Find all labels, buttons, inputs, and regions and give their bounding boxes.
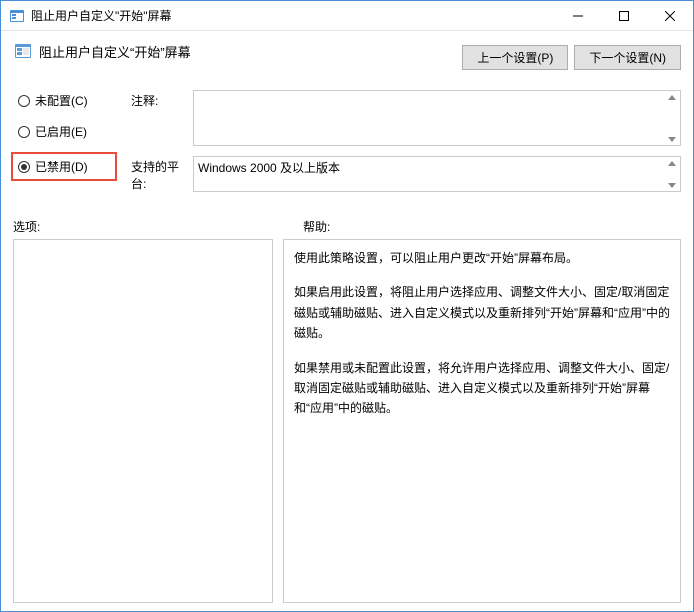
options-pane[interactable] [13,239,273,603]
radio-circle-icon [18,161,30,173]
scroll-down-icon [663,133,680,145]
help-paragraph: 如果启用此设置，将阻止用户选择应用、调整文件大小、固定/取消固定磁贴或辅助磁贴、… [294,282,670,343]
nav-buttons: 上一个设置(P) 下一个设置(N) [462,45,681,70]
prev-setting-button[interactable]: 上一个设置(P) [462,45,568,70]
scroll-up-icon [663,91,680,103]
radio-label: 已启用(E) [35,123,87,140]
comment-label: 注释: [131,90,193,146]
policy-icon [13,41,33,61]
titlebar: 阻止用户自定义"开始"屏幕 [1,1,693,31]
minimize-icon [573,11,583,21]
radio-not-configured[interactable]: 未配置(C) [15,90,113,111]
header-row: 阻止用户自定义“开始”屏幕 上一个设置(P) 下一个设置(N) [13,41,681,70]
comment-input[interactable] [193,90,681,146]
scroll-up-icon [663,157,680,169]
radio-circle-icon [18,126,30,138]
platform-value: Windows 2000 及以上版本 [198,161,340,175]
scrollbar[interactable] [663,157,680,191]
radio-enabled[interactable]: 已启用(E) [15,121,113,142]
window-controls [555,1,693,30]
state-radios: 未配置(C) 已启用(E) 已禁用(D) [13,90,113,191]
comment-row: 注释: [131,90,681,146]
scroll-down-icon [663,179,680,191]
maximize-button[interactable] [601,1,647,30]
scrollbar[interactable] [663,91,680,145]
pane-labels: 选项: 帮助: [13,218,681,235]
platform-input: Windows 2000 及以上版本 [193,156,681,192]
radio-label: 已禁用(D) [35,158,88,175]
config-row: 未配置(C) 已启用(E) 已禁用(D) 注释: [13,90,681,202]
help-label: 帮助: [303,218,330,235]
help-text: 使用此策略设置，可以阻止用户更改“开始”屏幕布局。 如果启用此设置，将阻止用户选… [294,248,670,419]
window-title: 阻止用户自定义"开始"屏幕 [31,7,555,24]
help-paragraph: 如果禁用或未配置此设置，将允许用户选择应用、调整文件大小、固定/取消固定磁贴或辅… [294,358,670,419]
minimize-button[interactable] [555,1,601,30]
radio-disabled[interactable]: 已禁用(D) [11,152,117,181]
close-button[interactable] [647,1,693,30]
header-left: 阻止用户自定义“开始”屏幕 [13,41,462,61]
maximize-icon [619,11,629,21]
platform-row: 支持的平台: Windows 2000 及以上版本 [131,156,681,192]
radio-circle-icon [18,95,30,107]
options-label: 选项: [13,218,303,235]
app-icon [9,8,25,24]
next-setting-button[interactable]: 下一个设置(N) [574,45,681,70]
policy-editor-window: 阻止用户自定义"开始"屏幕 阻止用户自定义“开始”屏幕 上一个设置(P) [0,0,694,612]
help-paragraph: 使用此策略设置，可以阻止用户更改“开始”屏幕布局。 [294,248,670,268]
fields: 注释: 支持的平台: Windows 2000 及以上版本 [131,90,681,202]
content-area: 阻止用户自定义“开始”屏幕 上一个设置(P) 下一个设置(N) 未配置(C) 已… [1,31,693,611]
policy-title: 阻止用户自定义“开始”屏幕 [39,42,191,61]
help-pane[interactable]: 使用此策略设置，可以阻止用户更改“开始”屏幕布局。 如果启用此设置，将阻止用户选… [283,239,681,603]
platform-label: 支持的平台: [131,156,193,192]
radio-label: 未配置(C) [35,92,88,109]
close-icon [665,11,675,21]
panes: 使用此策略设置，可以阻止用户更改“开始”屏幕布局。 如果启用此设置，将阻止用户选… [13,239,681,603]
